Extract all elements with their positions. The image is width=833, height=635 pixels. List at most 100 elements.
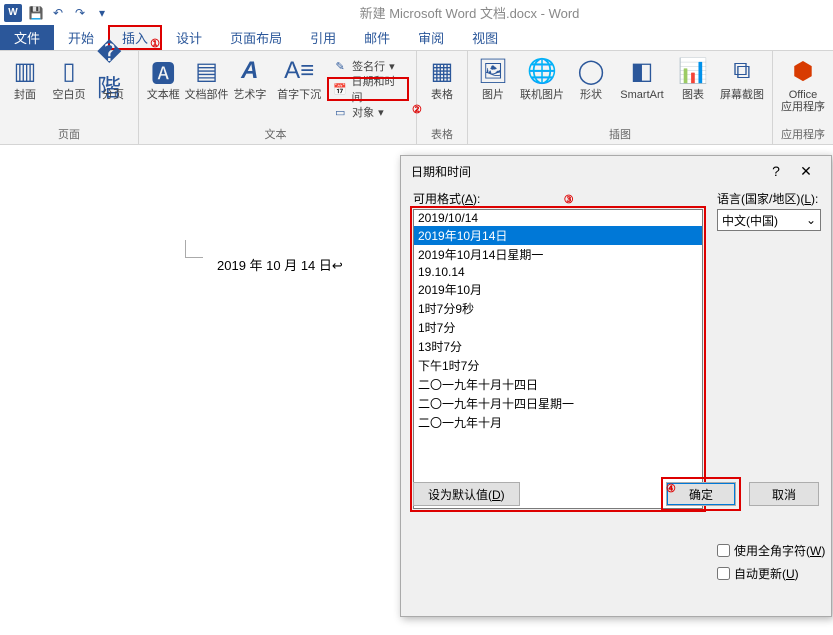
- marker-2: ②: [412, 103, 422, 116]
- tab-view[interactable]: 视图: [458, 25, 512, 50]
- smartart-button[interactable]: ◧ SmartArt: [614, 53, 670, 103]
- tab-layout[interactable]: 页面布局: [216, 25, 296, 50]
- blank-page-button[interactable]: ▯空白页: [48, 53, 90, 103]
- format-item[interactable]: 1时7分9秒: [414, 299, 702, 318]
- undo-icon[interactable]: ↶: [50, 5, 66, 21]
- dialog-title: 日期和时间: [411, 163, 471, 180]
- group-apps-label: 应用程序: [777, 124, 829, 144]
- ok-button[interactable]: 确定: [666, 482, 736, 506]
- language-select[interactable]: 中文(中国) ⌄: [717, 209, 821, 231]
- format-item[interactable]: 1时7分: [414, 318, 702, 337]
- shapes-button[interactable]: ◯形状: [570, 53, 612, 103]
- language-area: 语言(国家/地区)(L): 中文(中国) ⌄: [717, 190, 821, 231]
- ok-button-highlight: ④ 确定: [663, 479, 739, 509]
- save-icon[interactable]: 💾: [28, 5, 44, 21]
- format-item[interactable]: 2019年10月14日: [414, 226, 702, 245]
- chart-button[interactable]: 📊图表: [672, 53, 714, 103]
- tab-review[interactable]: 审阅: [404, 25, 458, 50]
- screenshot-label: 屏幕截图: [720, 89, 764, 101]
- page-break-label: 分页: [102, 89, 124, 101]
- wordart-icon: A: [234, 55, 266, 87]
- group-pages-label: 页面: [4, 124, 134, 144]
- cover-page-label: 封面: [14, 89, 36, 101]
- group-illustrations: 🖼图片 🌐联机图片 ◯形状 ◧SmartArt 📊图表 ⧉屏幕截图 插图: [468, 51, 773, 144]
- language-label: 语言(国家/地区)(L):: [717, 190, 821, 207]
- online-pic-button[interactable]: 🌐联机图片: [516, 53, 568, 103]
- dropcap-button[interactable]: A≡首字下沉: [272, 53, 326, 103]
- signature-icon: ✎: [332, 58, 348, 74]
- wordart-button[interactable]: A艺术字: [230, 53, 271, 103]
- format-item[interactable]: 13时7分: [414, 337, 702, 356]
- set-default-button[interactable]: 设为默认值(D): [413, 482, 520, 506]
- group-apps: ⬢Office 应用程序 应用程序: [773, 51, 833, 144]
- autoupdate-checkbox[interactable]: 自动更新(U): [717, 565, 825, 582]
- marker-1: ①: [150, 37, 160, 50]
- smartart-icon: ◧: [626, 55, 658, 87]
- help-icon[interactable]: ?: [761, 163, 791, 179]
- checkbox-area: 使用全角字符(W) 自动更新(U): [717, 542, 825, 582]
- screenshot-icon: ⧉: [726, 55, 758, 87]
- picture-button[interactable]: 🖼图片: [472, 53, 514, 103]
- parts-button[interactable]: ▤文档部件: [186, 53, 228, 103]
- object-icon: ▭: [332, 104, 348, 120]
- page-corner-mark: [185, 240, 203, 258]
- page-break-icon: �階: [97, 55, 129, 87]
- format-item[interactable]: 二〇一九年十月十四日: [414, 375, 702, 394]
- dialog-buttons: 设为默认值(D) ④ 确定 取消: [413, 479, 819, 509]
- format-item[interactable]: 二〇一九年十月: [414, 413, 702, 432]
- tab-design[interactable]: 设计: [162, 25, 216, 50]
- office-apps-button[interactable]: ⬢Office 应用程序: [777, 53, 829, 115]
- dropdown-caret-icon: ⌄: [806, 213, 816, 227]
- picture-label: 图片: [482, 89, 504, 101]
- format-item[interactable]: 19.10.14: [414, 264, 702, 280]
- parts-icon: ▤: [191, 55, 223, 87]
- online-pic-label: 联机图片: [520, 89, 564, 101]
- marker-3: ③: [564, 194, 574, 206]
- object-label: 对象: [352, 104, 374, 120]
- language-value: 中文(中国): [722, 212, 778, 229]
- screenshot-button[interactable]: ⧉ 屏幕截图: [716, 53, 768, 103]
- textbox-label: 文本框: [147, 89, 180, 101]
- group-text: 🅰文本框 ▤文档部件 A艺术字 A≡首字下沉 ✎签名行▾ 📅 日期和时间 ▭对象…: [139, 51, 417, 144]
- datetime-icon: 📅: [332, 81, 347, 97]
- autoupdate-checkbox-input[interactable]: [717, 567, 730, 580]
- format-item[interactable]: 2019年10月14日星期一: [414, 245, 702, 264]
- redo-icon[interactable]: ↷: [72, 5, 88, 21]
- quick-access-toolbar: 💾 ↶ ↷ ▾: [28, 5, 110, 21]
- qat-dropdown-icon[interactable]: ▾: [94, 5, 110, 21]
- table-button[interactable]: ▦表格: [421, 53, 463, 103]
- textbox-icon: 🅰: [147, 55, 179, 87]
- blank-page-icon: ▯: [53, 55, 85, 87]
- fullwidth-checkbox-input[interactable]: [717, 544, 730, 557]
- smartart-label: SmartArt: [620, 89, 663, 101]
- shapes-label: 形状: [580, 89, 602, 101]
- dropdown-caret-icon: ▾: [389, 60, 395, 73]
- format-item[interactable]: 2019年10月: [414, 280, 702, 299]
- datetime-dialog: 日期和时间 ? ✕ 可用格式(A): ③ 2019/10/142019年10月1…: [400, 155, 832, 617]
- marker-4: ④: [666, 482, 676, 495]
- office-apps-label: Office 应用程序: [781, 89, 825, 113]
- tab-references[interactable]: 引用: [296, 25, 350, 50]
- page-break-button[interactable]: �階分页: [92, 53, 134, 103]
- tab-file[interactable]: 文件: [0, 25, 54, 50]
- format-item[interactable]: 二〇一九年十月十四日星期一: [414, 394, 702, 413]
- datetime-button[interactable]: 📅 日期和时间: [328, 78, 408, 100]
- word-app-icon: W: [4, 4, 22, 22]
- textbox-button[interactable]: 🅰 文本框: [143, 53, 184, 103]
- group-tables-label: 表格: [421, 124, 463, 144]
- close-icon[interactable]: ✕: [791, 163, 821, 180]
- chart-label: 图表: [682, 89, 704, 101]
- cover-page-button[interactable]: ▥封面: [4, 53, 46, 103]
- dropcap-label: 首字下沉: [277, 89, 321, 101]
- format-item[interactable]: 2019/10/14: [414, 210, 702, 226]
- formats-listbox[interactable]: 2019/10/142019年10月14日2019年10月14日星期一19.10…: [413, 209, 703, 509]
- fullwidth-checkbox[interactable]: 使用全角字符(W): [717, 542, 825, 559]
- group-tables: ▦表格 表格: [417, 51, 468, 144]
- cancel-button[interactable]: 取消: [749, 482, 819, 506]
- table-icon: ▦: [426, 55, 458, 87]
- format-item[interactable]: 下午1时7分: [414, 356, 702, 375]
- tab-mailings[interactable]: 邮件: [350, 25, 404, 50]
- dialog-body: 可用格式(A): ③ 2019/10/142019年10月14日2019年10月…: [401, 186, 831, 519]
- inserted-date-text: 2019 年 10 月 14 日↩: [217, 255, 343, 274]
- titlebar: W 💾 ↶ ↷ ▾ 新建 Microsoft Word 文档.docx - Wo…: [0, 0, 833, 25]
